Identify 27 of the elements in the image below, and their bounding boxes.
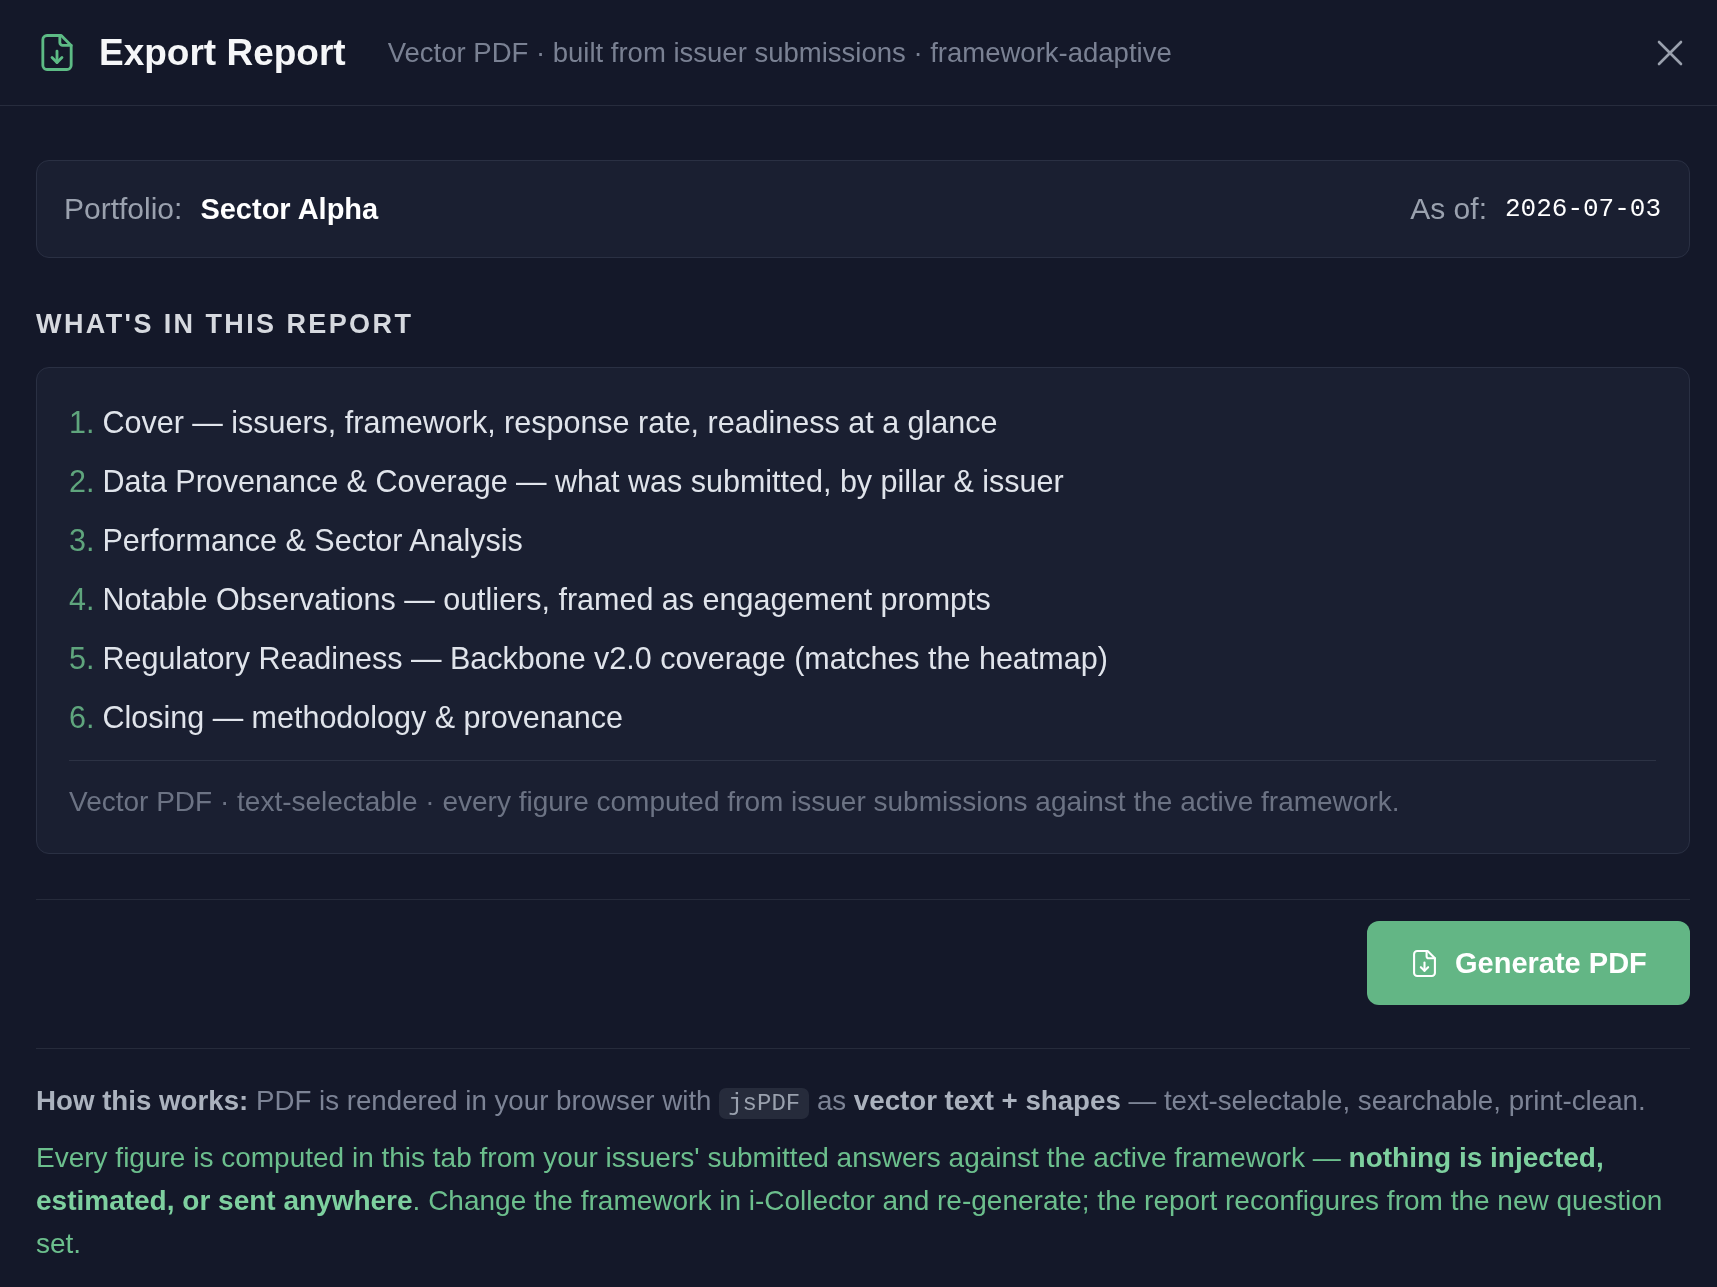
close-icon [1657,39,1683,66]
section-heading: WHAT'S IN THIS REPORT [36,308,415,341]
item-number: 6. [69,699,95,736]
window-subtitle: Vector PDF · built from issuer submissions · framework-adaptive [387,36,1172,69]
how-it-works-text: How this works: PDF is rendered in your browser with jsPDF as vector text + shapes — text-selectable, searchable, print-clean. [36,1084,1647,1121]
item-text: Regulatory Readiness — Backbone v2.0 coverage (matches the heatmap) [102,640,1108,678]
item-text: Notable Observations — outliers, framed as engagement prompts [102,581,991,619]
as-of-label: As of: [1410,192,1487,226]
file-download-icon [40,34,74,71]
file-download-icon [1412,948,1437,978]
generate-pdf-button[interactable]: Generate PDF [1367,921,1690,1005]
contents-note: Vector PDF · text-selectable · every figure computed from issuer submissions against the active framework. [69,785,1401,819]
item-text: Data Provenance & Coverage — what was submitted, by pillar & issuer [102,463,1064,501]
window-title: Export Report [99,31,346,74]
item-text: Performance & Sector Analysis [102,522,523,560]
privacy-note: Every figure is computed in this tab from your issuers' submitted answers against the active framework — nothing is injected, estimated, or sent anywhere. Change the framework in i-Collector and re-generate; the report reconfigures from the new question set. [36,1141,1664,1261]
close-button[interactable] [1657,39,1683,66]
portfolio-label: Portfolio: [64,192,183,226]
item-number: 2. [69,463,95,500]
portfolio-name: Sector Alpha [200,192,379,226]
item-text: Cover — issuers, framework, response rate, readiness at a glance [102,404,998,442]
item-number: 4. [69,581,95,618]
item-number: 5. [69,640,95,677]
as-of-date: 2026-07-03 [1504,194,1661,224]
item-text: Closing — methodology & provenance [102,699,623,737]
item-number: 3. [69,522,95,559]
item-number: 1. [69,404,95,441]
